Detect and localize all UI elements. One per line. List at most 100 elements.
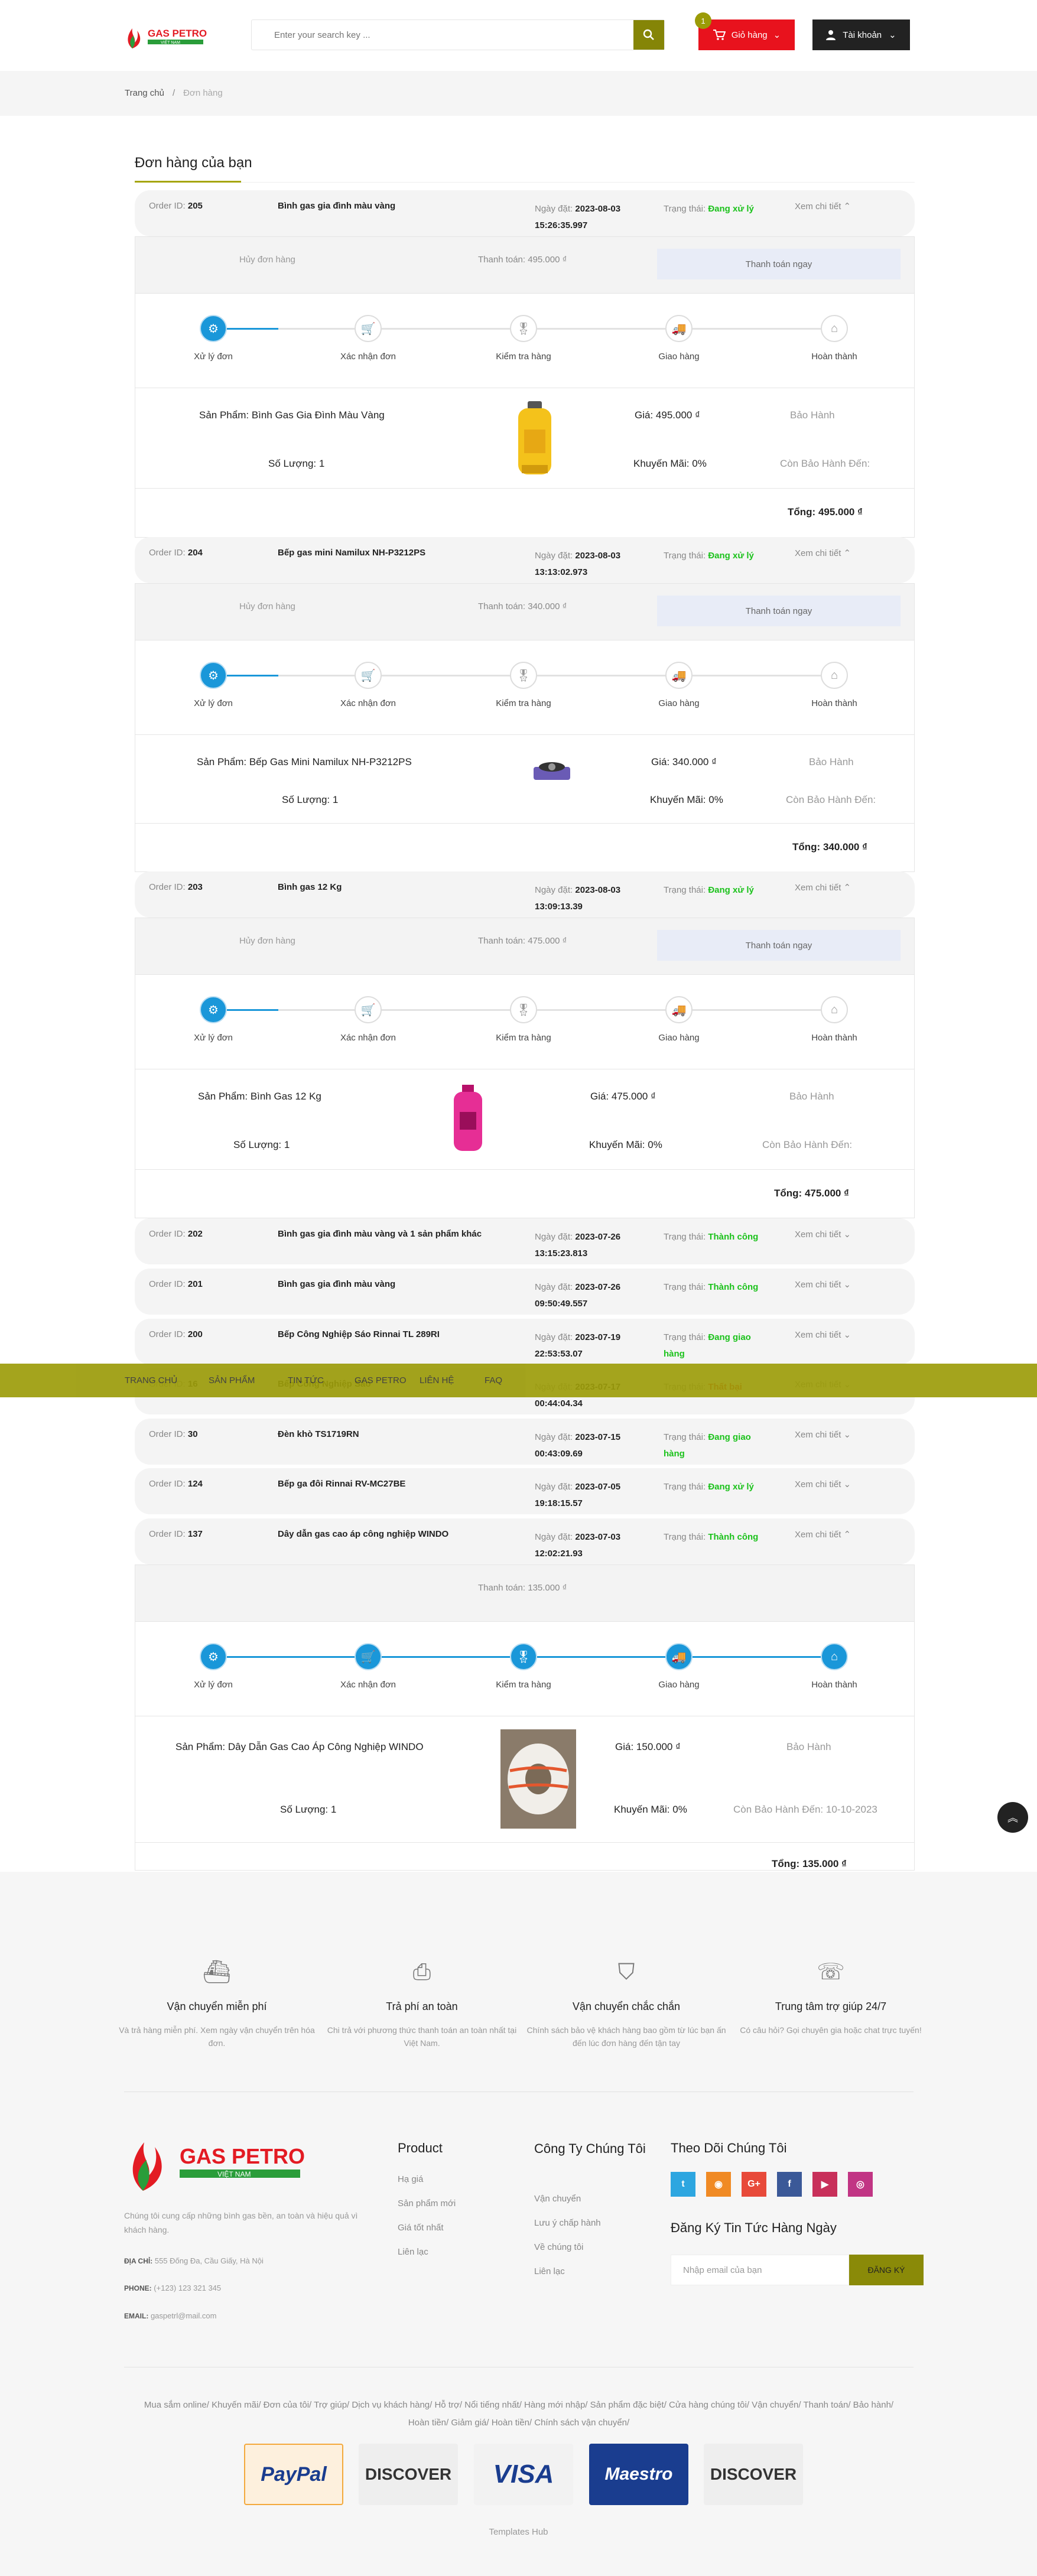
footer-link[interactable]: Liên lạc	[398, 2247, 456, 2257]
price-value: 495.000 ₫	[655, 409, 700, 421]
feature-title: Trả phí an toàn	[386, 2001, 458, 2012]
nav-item-faq[interactable]: FAQ	[485, 1375, 502, 1385]
account-button[interactable]: Tài khoản ⌄	[812, 19, 910, 50]
progress-step: 🎖 Kiểm tra hàng	[476, 315, 571, 362]
view-details-toggle[interactable]: Xem chi tiết ⌄	[795, 1229, 851, 1240]
order-action-bar: Hủy đơn hàng Thanh toán: 340.000 ₫ Thanh t…	[135, 584, 914, 640]
nav-item-contact[interactable]: LIÊN HỆ	[420, 1375, 454, 1385]
order-progress-steps: ⚙ Xử lý đơn 🛒 Xác nhận đơn 🎖 Kiểm tra hàng 🚚 Gi…	[135, 1622, 914, 1716]
order-status-label: Trạng thái:	[664, 1282, 706, 1292]
instagram-icon[interactable]: ◎	[848, 2172, 873, 2197]
progress-step-label: Giao hàng	[658, 1033, 700, 1043]
product-value: Bếp Gas Mini Namilux NH-P3212PS	[249, 756, 412, 767]
order-row[interactable]: Order ID: 204 Bếp gas mini Namilux NH-P32…	[135, 537, 915, 583]
view-details-toggle[interactable]: Xem chi tiết ⌄	[795, 1279, 851, 1290]
pay-now-button[interactable]: Thanh toán ngay	[657, 930, 901, 961]
order-row[interactable]: Order ID: 30 Đèn khò TS1719RN Ngày đặt: 20…	[135, 1419, 915, 1465]
product-image	[451, 1085, 485, 1156]
product-name: Sản Phẩm: Bếp Gas Mini Namilux NH-P3212P…	[197, 756, 412, 768]
page-title: Đơn hàng của bạn	[135, 155, 252, 171]
footer-link[interactable]: Sản phẩm mới	[398, 2198, 456, 2209]
nav-item-news[interactable]: TIN TỨC	[288, 1375, 324, 1385]
order-row[interactable]: Order ID: 202 Bình gas gia đình màu vàng …	[135, 1218, 915, 1264]
title-underline	[135, 181, 241, 183]
status-badge: Đang xử lý	[708, 204, 754, 214]
product-image	[513, 400, 556, 480]
search-button[interactable]	[633, 20, 664, 50]
scroll-to-top-button[interactable]: ︽	[997, 1802, 1028, 1833]
footer-link[interactable]: Lưu ý chấp hành	[534, 2218, 601, 2228]
order-id-label: Order ID:	[149, 1529, 186, 1539]
rss-icon[interactable]: ◉	[706, 2172, 731, 2197]
view-details-toggle[interactable]: Xem chi tiết ⌃	[795, 548, 851, 558]
order-row[interactable]: Order ID: 200 Bếp Công Nghiệp Sáo Rinnai …	[135, 1319, 915, 1365]
paypal-card-icon: PayPal	[244, 2444, 343, 2505]
view-details-toggle[interactable]: Xem chi tiết ⌄	[795, 1429, 851, 1440]
progress-step-label: Xử lý đơn	[194, 352, 233, 362]
footer-links-text[interactable]: Mua sắm online/ Khuyến mãi/ Đơn của tôi/…	[142, 2396, 896, 2432]
order-row[interactable]: Order ID: 203 Bình gas 12 Kg Ngày đặt: 202…	[135, 871, 915, 918]
breadcrumb-home[interactable]: Trang chủ	[125, 88, 164, 98]
view-details-toggle[interactable]: Xem chi tiết ⌄	[795, 1329, 851, 1340]
shield-icon: ⛉	[617, 1960, 635, 1985]
search-icon	[643, 29, 654, 40]
gear-icon: ⚙	[200, 996, 227, 1023]
feature-payment: ⎙ Trả phí an toàn Chi trả với phương thứ…	[321, 1956, 522, 2050]
newsletter-email-input[interactable]: Nhập email của bạn	[671, 2255, 849, 2285]
google-plus-icon[interactable]: G+	[742, 2172, 766, 2197]
order-row[interactable]: Order ID: 201 Bình gas gia đình màu vàng N…	[135, 1269, 915, 1315]
search-input[interactable]	[252, 20, 633, 50]
youtube-icon[interactable]: ▶	[812, 2172, 837, 2197]
footer-product-title: Product	[398, 2141, 443, 2155]
order-row[interactable]: Order ID: 124 Bếp ga đôi Rinnai RV-MC27BE…	[135, 1468, 915, 1514]
subscribe-button[interactable]: ĐĂNG KÝ	[849, 2255, 924, 2285]
cart-icon: 🛒	[355, 315, 382, 342]
cancel-order-button[interactable]: Hủy đơn hàng	[239, 255, 295, 265]
cancel-order-button[interactable]: Hủy đơn hàng	[239, 936, 295, 946]
pay-now-button[interactable]: Thanh toán ngay	[657, 596, 901, 626]
logo-subtext: VIỆT NAM	[161, 40, 180, 45]
order-product-details: Sản Phẩm: Bình Gas Gia Đình Màu Vàng Số L…	[135, 388, 914, 489]
sticky-nav-bar: TRANG CHỦ SẢN PHẨM TIN TỨC GAS PETRO LIÊ…	[0, 1364, 1037, 1397]
order-detail-panel: Hủy đơn hàng Thanh toán: 475.000 ₫ Thanh t…	[135, 918, 915, 1218]
footer-link[interactable]: Hạ giá	[398, 2174, 456, 2184]
logo[interactable]: GAS PETRO VIỆT NAM	[124, 21, 207, 51]
feature-support: ☏ Trung tâm trợ giúp 24/7 Có câu hỏi? Gọ…	[730, 1956, 931, 2037]
price-label: Giá:	[615, 1741, 634, 1752]
total-value: 135.000 ₫	[802, 1858, 847, 1869]
facebook-icon[interactable]: f	[777, 2172, 802, 2197]
warranty-until: Còn Bảo Hành Đến:	[786, 794, 876, 806]
product-label: Sản Phẩm:	[198, 1091, 248, 1102]
twitter-icon[interactable]: t	[671, 2172, 695, 2197]
order-row[interactable]: Order ID: 137 Dây dẫn gas cao áp công ngh…	[135, 1518, 915, 1565]
footer-link[interactable]: Liên lạc	[534, 2266, 601, 2276]
feature-shipping: ⛴ Vận chuyển miễn phí Và trả hàng miễn p…	[116, 1956, 317, 2050]
order-id-value: 204	[187, 548, 203, 558]
cart-button[interactable]: 1 Giỏ hàng ⌄	[695, 12, 795, 50]
email-value[interactable]: gaspetrl@mail.com	[151, 2311, 216, 2320]
footer-link[interactable]: Về chúng tôi	[534, 2242, 601, 2252]
view-details-toggle[interactable]: Xem chi tiết ⌃	[795, 201, 851, 212]
order-status: Trạng thái: Đang xử lý	[664, 548, 764, 564]
view-details-toggle[interactable]: Xem chi tiết ⌃	[795, 1529, 851, 1540]
order-date-label: Ngày đặt:	[535, 1482, 573, 1492]
visa-card-icon: VISA	[474, 2444, 573, 2505]
footer-address: ĐỊA CHỈ: 555 Đống Đa, Cầu Giấy, Hà Nội	[124, 2256, 264, 2265]
view-details-toggle[interactable]: Xem chi tiết ⌃	[795, 882, 851, 893]
footer-link[interactable]: Vận chuyển	[534, 2194, 601, 2204]
nav-item-products[interactable]: SẢN PHẨM	[209, 1375, 255, 1385]
pay-now-button[interactable]: Thanh toán ngay	[657, 249, 901, 279]
status-badge: Đang xử lý	[708, 885, 754, 895]
footer-link[interactable]: Giá tốt nhất	[398, 2223, 456, 2233]
nav-item-gaspetro[interactable]: GAS PETRO	[355, 1375, 407, 1385]
view-details-toggle[interactable]: Xem chi tiết ⌄	[795, 1479, 851, 1489]
nav-item-home[interactable]: TRANG CHỦ	[125, 1375, 177, 1385]
order-id-label: Order ID:	[149, 1279, 186, 1289]
footer-logo[interactable]: GAS PETRO VIỆT NAM	[124, 2126, 307, 2197]
order-status-label: Trạng thái:	[664, 551, 706, 561]
order-detail-panel: Hủy đơn hàng Thanh toán: 495.000 ₫ Thanh t…	[135, 236, 915, 538]
order-row[interactable]: Order ID: 205 Bình gas gia đình màu vàng N…	[135, 190, 915, 236]
follow-title: Theo Dõi Chúng Tôi	[671, 2141, 787, 2155]
cancel-order-button[interactable]: Hủy đơn hàng	[239, 601, 295, 612]
logo-text: GAS PETRO	[148, 28, 207, 39]
